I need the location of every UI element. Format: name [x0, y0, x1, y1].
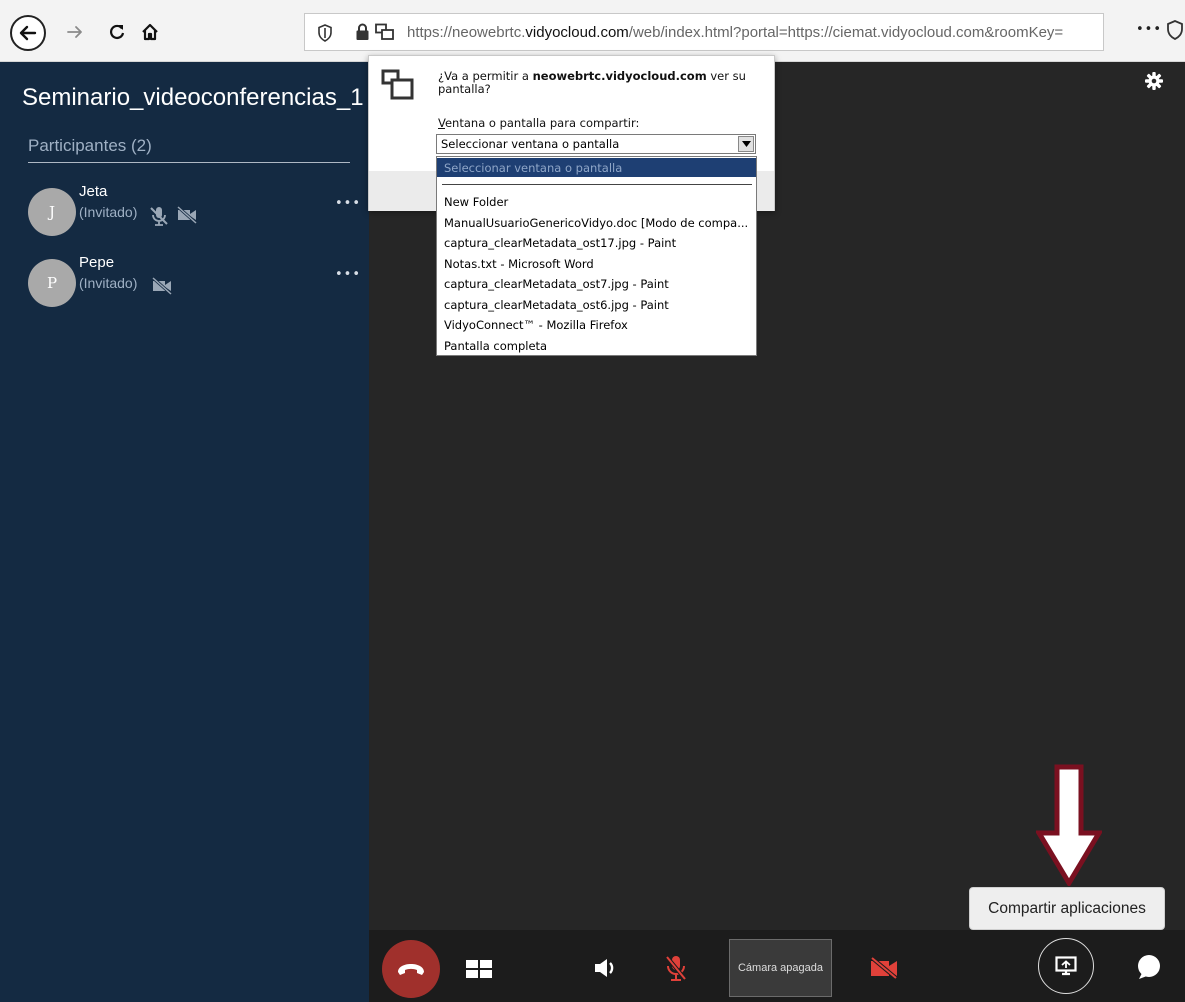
- dropdown-option[interactable]: captura_clearMetadata_ost6.jpg - Paint: [444, 298, 754, 312]
- dropdown-option[interactable]: Notas.txt - Microsoft Word: [444, 257, 754, 271]
- mic-muted-icon: [150, 207, 168, 226]
- select-value: Seleccionar ventana o pantalla: [441, 137, 620, 151]
- screen-share-permission-icon[interactable]: [375, 23, 395, 41]
- hangup-button[interactable]: [382, 940, 440, 998]
- camera-off-icon: [152, 277, 172, 295]
- page-actions-button[interactable]: •••: [1136, 22, 1162, 37]
- avatar: P: [28, 259, 76, 307]
- window-dropdown-list: Seleccionar ventana o pantalla New Folde…: [436, 156, 757, 356]
- participants-sidebar: Seminario_videoconferencias_1 Participan…: [0, 62, 369, 1002]
- home-button[interactable]: [135, 16, 165, 48]
- settings-gear-icon[interactable]: [1144, 71, 1164, 91]
- dropdown-arrow-icon[interactable]: [738, 136, 754, 152]
- dropdown-option[interactable]: captura_clearMetadata_ost17.jpg - Paint: [444, 236, 754, 250]
- participant-status-icons: [148, 206, 198, 226]
- extension-shield-icon[interactable]: [1166, 19, 1185, 41]
- participant-role: (Invitado): [79, 204, 138, 220]
- mic-muted-icon: [665, 955, 687, 981]
- hangup-icon: [398, 964, 424, 975]
- participant-row[interactable]: J Jeta (Invitado) •••: [28, 183, 361, 238]
- share-screen-icon: [1055, 956, 1077, 976]
- lock-icon[interactable]: [355, 23, 370, 41]
- camera-button[interactable]: [867, 954, 901, 982]
- participant-status-icons: [151, 277, 173, 295]
- forward-arrow-icon: [67, 26, 82, 38]
- participant-role: (Invitado): [79, 275, 138, 291]
- share-select-label: Ventana o pantalla para compartir:: [438, 116, 640, 130]
- home-icon: [142, 23, 158, 41]
- speaker-button[interactable]: [592, 955, 620, 981]
- camera-off-icon: [870, 956, 898, 980]
- participant-more-button[interactable]: •••: [335, 196, 361, 211]
- dropdown-separator: [442, 184, 752, 185]
- microphone-button[interactable]: [662, 953, 690, 983]
- speaker-icon: [595, 959, 614, 977]
- annotation-arrow-icon: [1036, 764, 1102, 886]
- camera-off-preview: Cámara apagada: [729, 939, 832, 997]
- dropdown-option[interactable]: VidyoConnect™ - Mozilla Firefox: [444, 318, 754, 332]
- forward-button[interactable]: [60, 16, 90, 48]
- participant-row[interactable]: P Pepe (Invitado) •••: [28, 254, 361, 309]
- dropdown-option[interactable]: New Folder: [444, 195, 754, 209]
- back-button[interactable]: [10, 15, 46, 51]
- participant-name: Jeta: [79, 183, 108, 200]
- prompt-question: ¿Va a permitir a neowebrtc.vidyocloud.co…: [438, 69, 746, 96]
- participants-header: Participantes (2): [28, 136, 350, 163]
- browser-toolbar: https://neowebrtc.vidyocloud.com/web/ind…: [0, 0, 1185, 62]
- screen-share-icon: [381, 69, 414, 100]
- dropdown-option[interactable]: Seleccionar ventana o pantalla: [437, 158, 756, 177]
- url-bar[interactable]: https://neowebrtc.vidyocloud.com/web/ind…: [304, 13, 1104, 51]
- camera-off-icon: [177, 206, 197, 224]
- dropdown-option[interactable]: Pantalla completa: [444, 339, 754, 353]
- chat-button[interactable]: [1135, 953, 1163, 981]
- chat-icon: [1138, 955, 1160, 979]
- window-select[interactable]: Seleccionar ventana o pantalla: [436, 134, 756, 154]
- reload-icon: [110, 24, 125, 40]
- participant-more-button[interactable]: •••: [335, 267, 361, 282]
- layout-button[interactable]: [465, 957, 493, 981]
- share-tooltip: Compartir aplicaciones: [969, 887, 1165, 930]
- url-text: https://neowebrtc.vidyocloud.com/web/ind…: [407, 24, 1064, 41]
- reload-button[interactable]: [102, 16, 132, 48]
- avatar: J: [28, 188, 76, 236]
- back-arrow-icon: [19, 25, 37, 41]
- participant-name: Pepe: [79, 254, 115, 271]
- dropdown-option[interactable]: captura_clearMetadata_ost7.jpg - Paint: [444, 277, 754, 291]
- dropdown-option[interactable]: ManualUsuarioGenericoVidyo.doc [Modo de …: [444, 216, 754, 230]
- room-title: Seminario_videoconferencias_1: [22, 84, 364, 111]
- tracking-shield-icon[interactable]: [317, 24, 333, 42]
- layout-icon: [466, 960, 492, 978]
- share-screen-button[interactable]: [1038, 938, 1094, 994]
